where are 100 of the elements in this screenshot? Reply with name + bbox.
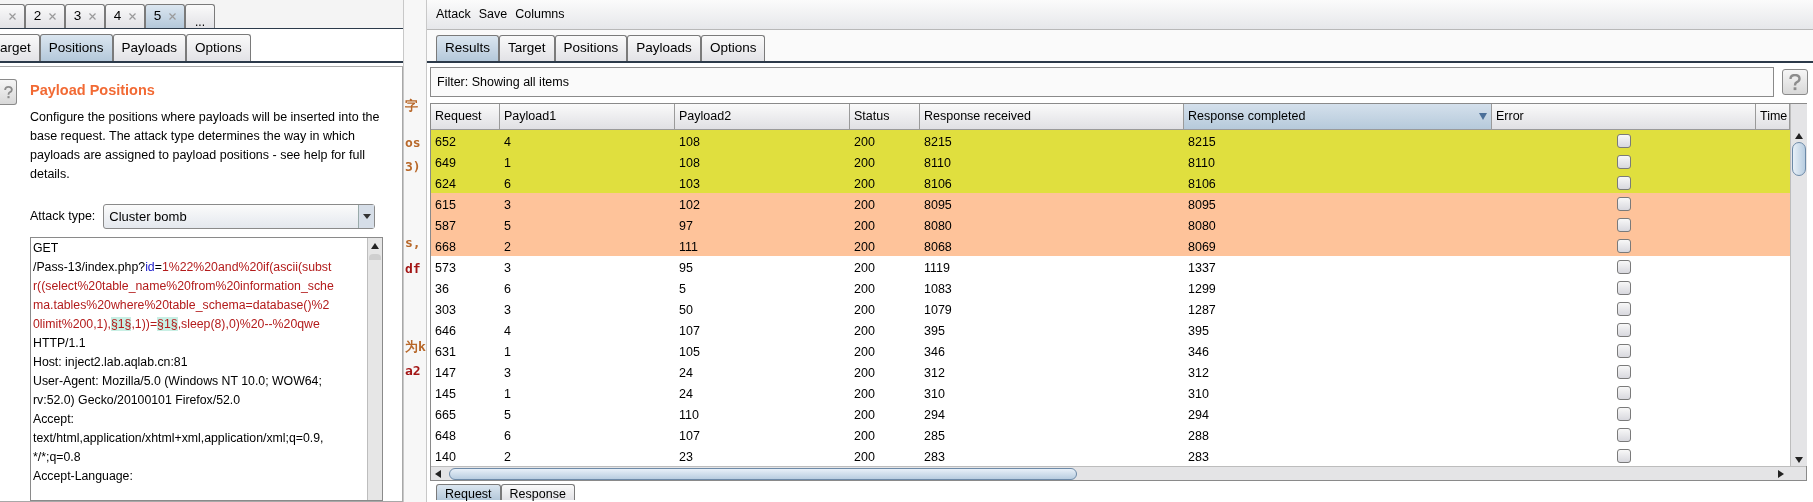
table-cell: 646 (435, 323, 456, 338)
error-checkbox[interactable] (1617, 259, 1631, 274)
request-line: */*;q=0.8 (33, 449, 81, 466)
column-header[interactable]: Payload2 (675, 104, 850, 130)
error-checkbox[interactable] (1617, 448, 1631, 463)
table-cell: 8069 (1188, 239, 1216, 254)
tab[interactable]: Request (436, 484, 501, 500)
tab[interactable]: 3 (65, 4, 105, 28)
scrollbar[interactable] (367, 238, 382, 500)
menu-item[interactable]: Save (478, 5, 508, 24)
scrollbar[interactable] (1790, 104, 1807, 466)
table-cell: 108 (679, 134, 700, 149)
tab[interactable]: Results (436, 35, 499, 61)
column-header[interactable]: Response received (920, 104, 1184, 130)
table-row[interactable]: 587 5 97 200 8080 8080 (431, 214, 1790, 235)
table-cell: 1119 (924, 260, 950, 275)
error-checkbox[interactable] (1617, 322, 1631, 337)
table-cell: 4 (504, 134, 511, 149)
error-checkbox[interactable] (1617, 238, 1631, 253)
table-cell: 200 (854, 239, 875, 254)
error-checkbox[interactable] (1617, 133, 1631, 148)
table-cell: 1079 (924, 302, 952, 317)
error-checkbox[interactable] (1617, 196, 1631, 211)
tab[interactable]: Payloads (112, 34, 187, 61)
close-icon[interactable] (89, 13, 97, 20)
help-button[interactable] (1782, 69, 1808, 95)
code-fragment: s, (404, 235, 422, 250)
table-cell: 200 (854, 176, 875, 191)
horizontal-scrollbar[interactable] (431, 466, 1806, 480)
table-cell: 648 (435, 428, 456, 443)
table-cell: 631 (435, 344, 456, 359)
request-line: Host: inject2.lab.aqlab.cn:81 (33, 354, 188, 371)
error-checkbox[interactable] (1617, 427, 1631, 442)
error-checkbox[interactable] (1617, 154, 1631, 169)
table-cell: 8110 (1188, 155, 1215, 170)
table-cell: 6 (504, 428, 511, 443)
error-checkbox[interactable] (1617, 280, 1631, 295)
table-cell: 310 (1188, 386, 1209, 401)
table-row[interactable]: 649 1 108 200 8110 8110 (431, 151, 1790, 172)
error-checkbox[interactable] (1617, 301, 1631, 316)
table-row[interactable]: 668 2 111 200 8068 8069 (431, 235, 1790, 256)
scroll-left-icon[interactable] (435, 469, 441, 478)
request-editor[interactable] (30, 237, 383, 501)
tab[interactable]: Positions (554, 35, 628, 61)
table-cell: 110 (679, 407, 699, 422)
table-row[interactable]: 624 6 103 200 8106 8106 (431, 172, 1790, 193)
attack-type-dropdown[interactable]: Cluster bomb (103, 204, 376, 229)
table-cell: 6 (504, 281, 511, 296)
column-header[interactable]: Status (850, 104, 920, 130)
table-cell: 2 (504, 239, 511, 254)
scroll-down-icon[interactable] (1795, 457, 1803, 463)
help-button[interactable] (0, 79, 17, 105)
tab[interactable]: 2 (25, 4, 65, 28)
tab[interactable]: arget (0, 34, 40, 61)
menu-item[interactable]: Columns (515, 5, 565, 24)
error-checkbox[interactable] (1617, 217, 1631, 232)
table-cell: 312 (1188, 365, 1209, 380)
help-icon (1789, 73, 1801, 91)
scroll-right-icon[interactable] (1778, 469, 1784, 478)
error-checkbox[interactable] (1617, 385, 1631, 400)
error-checkbox[interactable] (1617, 175, 1631, 190)
table-cell: 288 (1188, 428, 1209, 443)
scroll-up-icon[interactable] (371, 243, 379, 249)
tab[interactable]: 5 (145, 4, 185, 28)
scroll-thumb[interactable] (369, 254, 381, 260)
scroll-up-icon[interactable] (1795, 133, 1803, 139)
table-cell: 3 (504, 260, 511, 275)
column-header[interactable]: Response completed (1184, 104, 1492, 130)
table-row[interactable]: 652 4 108 200 8215 8215 (431, 130, 1790, 151)
menu-item[interactable]: Attack (436, 5, 471, 24)
tab[interactable]: Payloads (627, 35, 701, 61)
scroll-thumb[interactable] (449, 467, 1077, 480)
close-icon[interactable] (9, 13, 16, 20)
table-cell: 8106 (924, 176, 952, 191)
tab[interactable]: Options (700, 35, 766, 61)
column-header[interactable]: Time (1756, 104, 1790, 130)
error-checkbox[interactable] (1617, 343, 1631, 358)
tab[interactable]: Response (500, 484, 575, 500)
tab[interactable]: Target (499, 35, 555, 61)
table-cell: 294 (924, 407, 945, 422)
filter-bar[interactable]: Filter: Showing all items (430, 67, 1774, 97)
table-cell: 2 (504, 449, 511, 464)
more-tabs-button[interactable]: ... (185, 4, 215, 28)
close-icon[interactable] (49, 13, 57, 20)
dropdown-arrow-icon (362, 214, 371, 219)
tab[interactable]: 4 (105, 4, 145, 28)
table-cell: 1299 (1188, 281, 1216, 296)
error-checkbox[interactable] (1617, 364, 1631, 379)
tab[interactable] (0, 4, 25, 28)
column-header[interactable]: Payload1 (500, 104, 675, 130)
table-row[interactable]: 615 3 102 200 8095 8095 (431, 193, 1790, 214)
table-cell: 652 (435, 134, 456, 149)
tab[interactable]: Positions (39, 34, 113, 61)
tab[interactable]: Options (186, 34, 251, 61)
column-header[interactable]: Error (1492, 104, 1756, 130)
close-icon[interactable] (129, 13, 137, 20)
scroll-thumb[interactable] (1792, 142, 1806, 176)
error-checkbox[interactable] (1617, 406, 1631, 421)
column-header[interactable]: Request (431, 104, 500, 130)
sort-descending-icon (1479, 113, 1487, 120)
